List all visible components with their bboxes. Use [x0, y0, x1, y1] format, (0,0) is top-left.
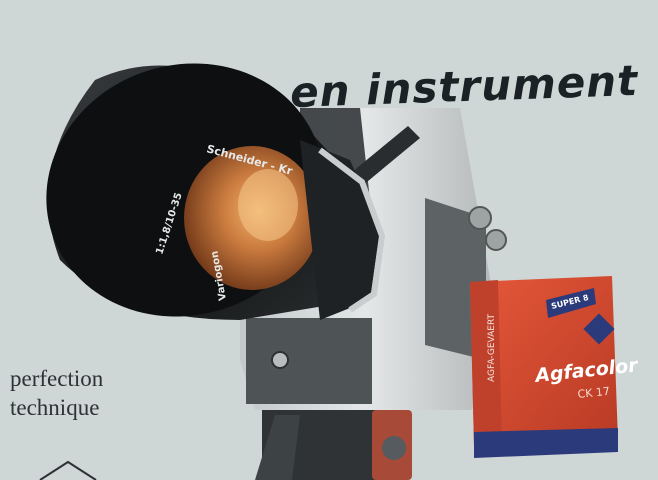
- caption: perfection technique: [10, 364, 103, 422]
- corner-outline: [39, 460, 97, 480]
- caption-line-2: technique: [10, 395, 100, 420]
- film-box: SUPER 8 AGFA-GEVAERT Agfacolor CK 17: [470, 276, 640, 458]
- caption-line-1: perfection: [10, 366, 104, 391]
- tripod: [255, 405, 412, 480]
- film-box-side-label: AGFA-GEVAERT: [487, 313, 497, 382]
